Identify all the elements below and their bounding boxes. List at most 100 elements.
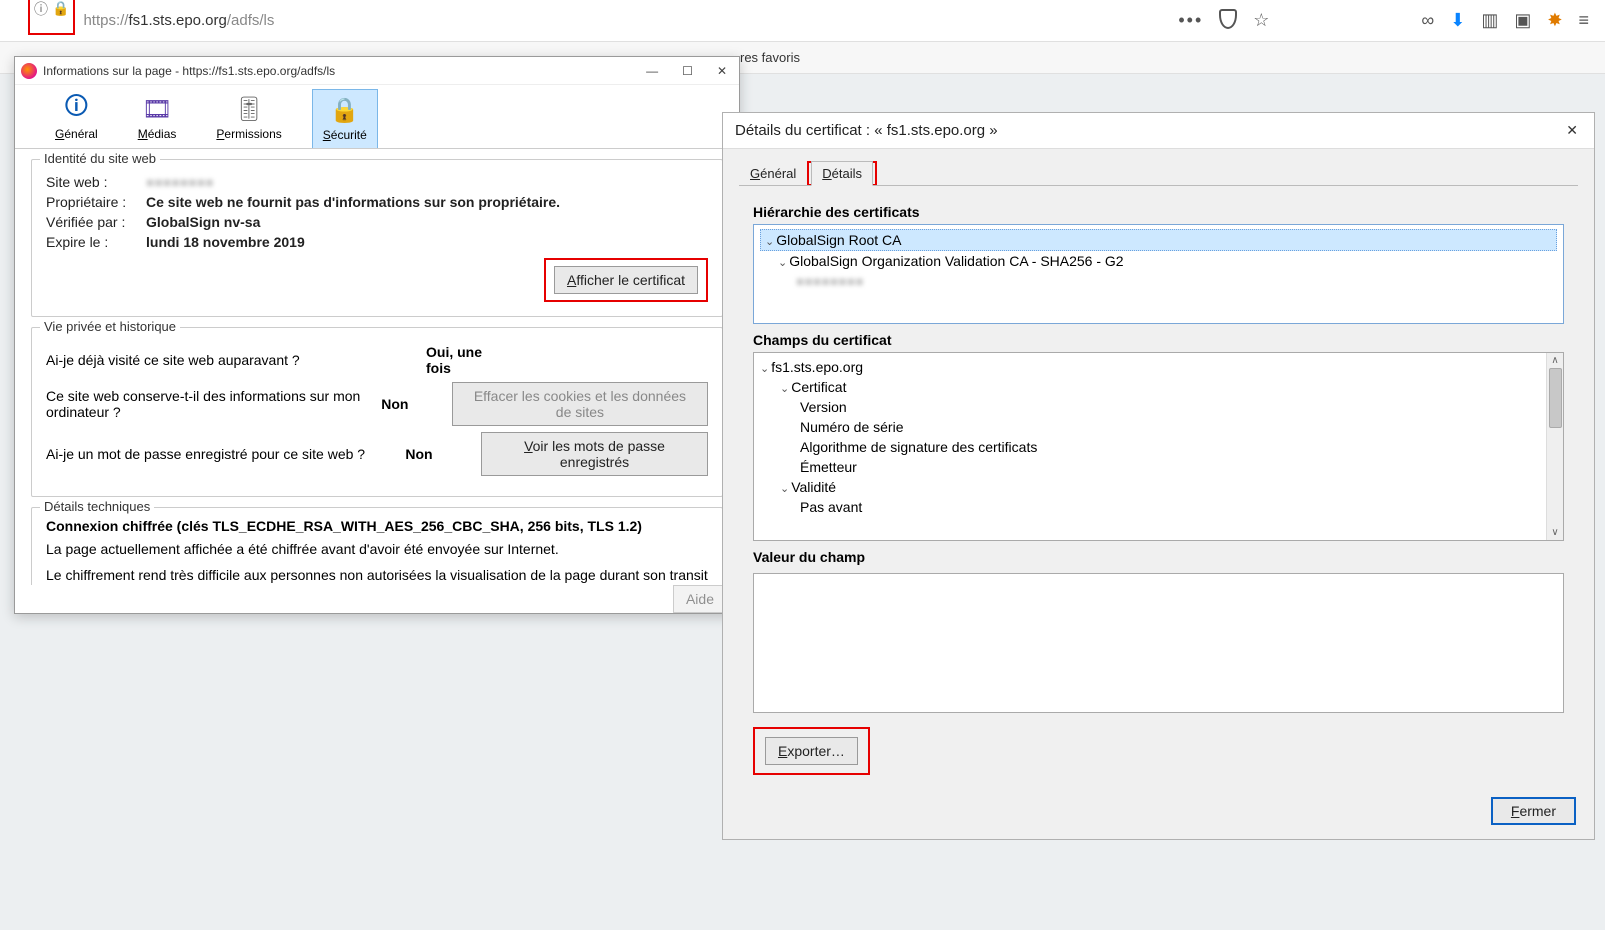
- tab-general[interactable]: 🛈 Général: [45, 89, 108, 148]
- cert-close-icon[interactable]: ✕: [1562, 118, 1582, 143]
- tab-general-label: Général: [55, 127, 98, 141]
- visited-question: Ai-je déjà visité ce site web auparavant…: [46, 352, 426, 368]
- hierarchy-intermediate[interactable]: ⌄GlobalSign Organization Validation CA -…: [760, 251, 1557, 271]
- password-question: Ai-je un mot de passe enregistré pour ce…: [46, 446, 405, 462]
- technical-legend: Détails techniques: [40, 499, 154, 514]
- library-icon[interactable]: ▥: [1481, 10, 1498, 31]
- cert-titlebar[interactable]: Détails du certificat : « fs1.sts.epo.or…: [723, 113, 1594, 149]
- cert-tab-details-label: étails: [832, 166, 862, 181]
- view-cert-label: fficher le certificat: [576, 272, 685, 288]
- cert-tab-details-u: D: [822, 166, 831, 181]
- lock-icon[interactable]: 🔒: [52, 0, 69, 17]
- cert-tab-details-highlight: Détails: [807, 161, 877, 186]
- scroll-thumb[interactable]: [1549, 368, 1562, 428]
- export-button[interactable]: Exporter…: [765, 737, 858, 765]
- cert-tabs: Général Détails: [723, 149, 1594, 186]
- padlock-highlight: ⓘ 🔒: [28, 0, 75, 35]
- expires-value: lundi 18 novembre 2019: [146, 234, 708, 250]
- help-button[interactable]: Aide: [673, 585, 727, 613]
- hierarchy-root-label: GlobalSign Root CA: [776, 232, 901, 248]
- maximize-button[interactable]: ☐: [676, 64, 699, 78]
- mask-icon[interactable]: ∞: [1421, 10, 1434, 31]
- cert-tab-general[interactable]: Général: [739, 161, 807, 186]
- fields-label: Champs du certificat: [753, 332, 1564, 348]
- page-info-title-url: https://fs1.sts.epo.org/adfs/ls: [182, 64, 335, 78]
- page-info-window: Informations sur la page - https://fs1.s…: [14, 56, 740, 614]
- scroll-down-icon[interactable]: ∨: [1551, 527, 1558, 538]
- export-label: xporter…: [787, 743, 845, 759]
- scrollbar[interactable]: ∧ ∨: [1546, 353, 1563, 541]
- close-cert-button[interactable]: Fermer: [1491, 797, 1576, 825]
- page-info-tabs: 🛈 Général 🎞 Médias 🎚 Permissions 🔒 Sécur…: [15, 85, 739, 149]
- identity-legend: Identité du site web: [40, 151, 160, 166]
- close-label: ermer: [1519, 803, 1556, 819]
- bookmarks-fragment: res favoris: [740, 50, 800, 65]
- site-value: ■■■■■■■■: [146, 174, 708, 190]
- tab-security[interactable]: 🔒 Sécurité: [312, 89, 378, 148]
- bookmark-star-icon[interactable]: ☆: [1253, 10, 1269, 31]
- url-protocol: https://: [83, 12, 128, 29]
- sidebar-icon[interactable]: ▣: [1514, 10, 1531, 31]
- technical-group: Détails techniques Connexion chiffrée (c…: [31, 507, 723, 585]
- view-cert-accelerator: A: [567, 272, 576, 288]
- field-serial[interactable]: Numéro de série: [760, 417, 1543, 437]
- downloads-icon[interactable]: ⬇: [1450, 10, 1465, 31]
- chevron-down-icon: ⌄: [760, 362, 769, 375]
- view-certificate-button[interactable]: Afficher le certificat: [554, 266, 698, 294]
- tab-permissions[interactable]: 🎚 Permissions: [206, 89, 291, 148]
- chevron-down-icon: ⌄: [765, 235, 774, 248]
- export-accelerator: E: [778, 743, 787, 759]
- toolbar-right: ••• ☆ ∞ ⬇ ▥ ▣ ✸ ≡: [1178, 9, 1597, 32]
- cert-tab-details[interactable]: Détails: [811, 161, 873, 186]
- sliders-icon: 🎚: [233, 93, 265, 125]
- tab-security-label: Sécurité: [323, 128, 367, 142]
- page-info-titlebar[interactable]: Informations sur la page - https://fs1.s…: [15, 57, 739, 85]
- url-bar[interactable]: ⓘ 🔒 https://fs1.sts.epo.org/adfs/ls: [8, 7, 1178, 35]
- clear-cookies-button[interactable]: Effacer les cookies et les données de si…: [452, 382, 708, 426]
- hierarchy-leaf[interactable]: ■■■■■■■■: [760, 271, 1557, 291]
- field-top-label: fs1.sts.epo.org: [771, 359, 863, 375]
- verified-label: Vérifiée par :: [46, 214, 146, 230]
- page-info-footer: Aide: [15, 585, 739, 613]
- field-value-box[interactable]: [753, 573, 1564, 713]
- privacy-group: Vie privée et historique Ai-je déjà visi…: [31, 327, 723, 497]
- page-actions-icon[interactable]: •••: [1178, 10, 1203, 31]
- fields-tree[interactable]: ⌄fs1.sts.epo.org ⌄Certificat Version Num…: [753, 352, 1564, 542]
- field-top[interactable]: ⌄fs1.sts.epo.org: [760, 357, 1543, 377]
- tab-media[interactable]: 🎞 Médias: [128, 89, 187, 148]
- field-issuer[interactable]: Émetteur: [760, 457, 1543, 477]
- technical-heading: Connexion chiffrée (clés TLS_ECDHE_RSA_W…: [46, 518, 708, 534]
- pocket-icon[interactable]: [1219, 9, 1237, 32]
- hierarchy-mid-label: GlobalSign Organization Validation CA - …: [789, 253, 1123, 269]
- field-certificat[interactable]: ⌄Certificat: [760, 377, 1543, 397]
- field-validity-label: Validité: [791, 479, 836, 495]
- view-passwords-button[interactable]: Voir les mots de passe enregistrés: [481, 432, 708, 476]
- close-button[interactable]: ✕: [711, 64, 733, 78]
- hierarchy-root[interactable]: ⌄GlobalSign Root CA: [760, 229, 1557, 251]
- field-validity[interactable]: ⌄Validité: [760, 477, 1543, 497]
- hierarchy-tree[interactable]: ⌄GlobalSign Root CA ⌄GlobalSign Organiza…: [753, 224, 1564, 324]
- hierarchy-label: Hiérarchie des certificats: [753, 204, 1564, 220]
- field-version[interactable]: Version: [760, 397, 1543, 417]
- export-highlight: Exporter…: [753, 727, 870, 775]
- field-notbefore[interactable]: Pas avant: [760, 497, 1543, 517]
- menu-icon[interactable]: ≡: [1578, 10, 1589, 31]
- expires-label: Expire le :: [46, 234, 146, 250]
- chevron-down-icon: ⌄: [780, 482, 789, 495]
- site-info-icon[interactable]: ⓘ: [34, 0, 48, 19]
- certificate-viewer-window: Détails du certificat : « fs1.sts.epo.or…: [722, 112, 1595, 840]
- visited-answer: Oui, une fois: [426, 344, 506, 376]
- cert-tab-general-label: énéral: [760, 166, 796, 181]
- media-icon: 🎞: [141, 93, 173, 125]
- page-info-title-prefix: Informations sur la page -: [43, 64, 182, 78]
- verified-value: GlobalSign nv-sa: [146, 214, 708, 230]
- page-info-title: Informations sur la page - https://fs1.s…: [43, 64, 640, 78]
- field-sigalg[interactable]: Algorithme de signature des certificats: [760, 437, 1543, 457]
- owner-label: Propriétaire :: [46, 194, 146, 210]
- padlock-icon: 🔒: [329, 94, 361, 126]
- window-controls: — ☐ ✕: [640, 64, 733, 78]
- minimize-button[interactable]: —: [640, 64, 664, 78]
- technical-p1: La page actuellement affichée a été chif…: [46, 540, 708, 560]
- extension-icon[interactable]: ✸: [1547, 10, 1562, 31]
- scroll-up-icon[interactable]: ∧: [1551, 355, 1558, 366]
